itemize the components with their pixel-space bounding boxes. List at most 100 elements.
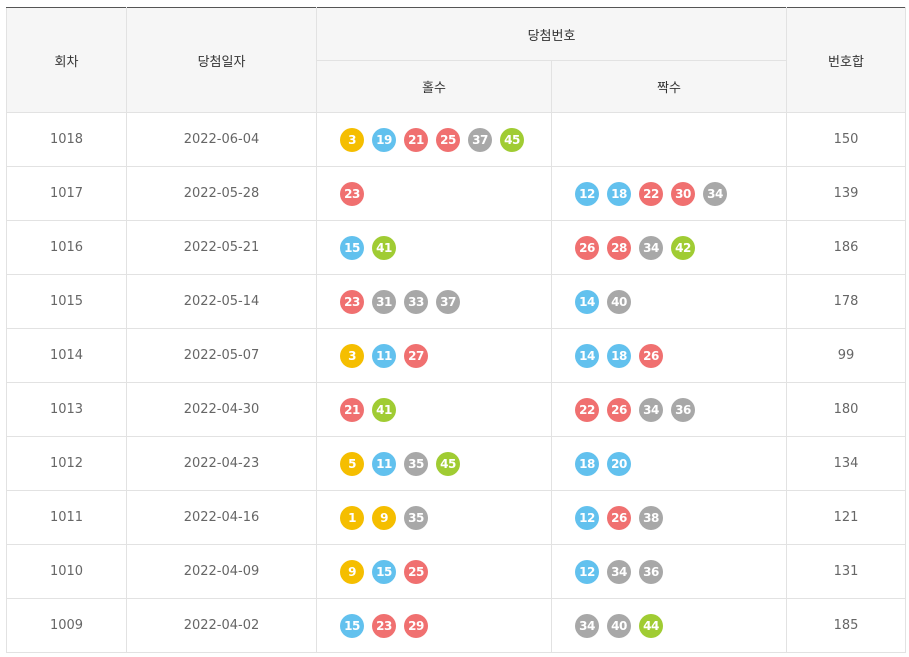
number-ball: 38 [639,505,663,530]
header-odd: 홀수 [316,60,552,113]
number-ball: 35 [404,451,428,476]
table-row: 1012 2022-04-23 5 11 35 45 18 20 134 [6,436,906,491]
number-ball: 35 [404,505,428,530]
cell-round: 1009 [6,598,127,653]
cell-odd-numbers: 3 19 21 25 37 45 [316,112,552,167]
cell-even-numbers: 12 34 36 [551,544,787,599]
number-ball: 34 [639,235,663,260]
number-ball: 44 [639,613,663,638]
cell-sum: 185 [786,598,906,653]
number-ball: 27 [404,343,428,368]
cell-even-numbers [551,112,787,167]
table-header: 회차 당첨일자 당첨번호 번호합 홀수 짝수 [6,7,906,113]
cell-even-numbers: 34 40 44 [551,598,787,653]
number-ball: 26 [607,397,631,422]
table-row: 1009 2022-04-02 15 23 29 34 40 44 185 [6,598,906,653]
number-ball: 31 [372,289,396,314]
cell-even-numbers: 26 28 34 42 [551,220,787,275]
number-ball: 21 [340,397,364,422]
number-ball: 3 [340,343,364,368]
number-ball: 14 [575,289,599,314]
cell-odd-numbers: 15 23 29 [316,598,552,653]
table-row: 1017 2022-05-28 23 12 18 22 30 34 139 [6,166,906,221]
cell-odd-numbers: 23 31 33 37 [316,274,552,329]
table-row: 1013 2022-04-30 21 41 22 26 34 36 180 [6,382,906,437]
number-ball: 18 [607,181,631,206]
number-ball: 25 [404,559,428,584]
number-ball: 26 [575,235,599,260]
cell-even-numbers: 12 18 22 30 34 [551,166,787,221]
cell-odd-numbers: 15 41 [316,220,552,275]
number-ball: 26 [607,505,631,530]
cell-even-numbers: 12 26 38 [551,490,787,545]
cell-sum: 99 [786,328,906,383]
number-ball: 36 [639,559,663,584]
cell-date: 2022-04-30 [126,382,317,437]
table-row: 1015 2022-05-14 23 31 33 37 14 40 178 [6,274,906,329]
number-ball: 45 [500,127,524,152]
number-ball: 9 [372,505,396,530]
table-row: 1014 2022-05-07 3 11 27 14 18 26 99 [6,328,906,383]
cell-sum: 180 [786,382,906,437]
number-ball: 36 [671,397,695,422]
number-ball: 40 [607,289,631,314]
cell-date: 2022-05-14 [126,274,317,329]
lotto-results-table-wrapper: 회차 당첨일자 당첨번호 번호합 홀수 짝수 1018 2022-06-04 3 19… [6,7,906,653]
cell-sum: 139 [786,166,906,221]
number-ball: 3 [340,127,364,152]
number-ball: 25 [436,127,460,152]
number-ball: 40 [607,613,631,638]
number-ball: 34 [703,181,727,206]
number-ball: 22 [639,181,663,206]
cell-even-numbers: 18 20 [551,436,787,491]
cell-odd-numbers: 3 11 27 [316,328,552,383]
cell-sum: 150 [786,112,906,167]
cell-date: 2022-04-23 [126,436,317,491]
number-ball: 1 [340,505,364,530]
number-ball: 34 [607,559,631,584]
table-row: 1011 2022-04-16 1 9 35 12 26 38 121 [6,490,906,545]
cell-round: 1014 [6,328,127,383]
cell-sum: 186 [786,220,906,275]
number-ball: 28 [607,235,631,260]
number-ball: 11 [372,343,396,368]
cell-sum: 134 [786,436,906,491]
number-ball: 37 [436,289,460,314]
table-row: 1016 2022-05-21 15 41 26 28 34 42 186 [6,220,906,275]
cell-odd-numbers: 1 9 35 [316,490,552,545]
number-ball: 22 [575,397,599,422]
number-ball: 5 [340,451,364,476]
number-ball: 15 [372,559,396,584]
number-ball: 11 [372,451,396,476]
table-row: 1010 2022-04-09 9 15 25 12 34 36 131 [6,544,906,599]
number-ball: 15 [340,235,364,260]
cell-sum: 131 [786,544,906,599]
number-ball: 37 [468,127,492,152]
cell-even-numbers: 14 40 [551,274,787,329]
table-body: 1018 2022-06-04 3 19 21 25 37 45 150 1017 2022-05-… [6,112,906,653]
number-ball: 41 [372,397,396,422]
number-ball: 33 [404,289,428,314]
cell-date: 2022-05-21 [126,220,317,275]
cell-odd-numbers: 5 11 35 45 [316,436,552,491]
number-ball: 23 [340,289,364,314]
table-row: 1018 2022-06-04 3 19 21 25 37 45 150 [6,112,906,167]
header-winning-numbers: 당첨번호 [316,7,787,61]
cell-round: 1015 [6,274,127,329]
cell-round: 1016 [6,220,127,275]
cell-date: 2022-06-04 [126,112,317,167]
header-even: 짝수 [551,60,787,113]
number-ball: 19 [372,127,396,152]
cell-date: 2022-04-09 [126,544,317,599]
number-ball: 42 [671,235,695,260]
cell-round: 1013 [6,382,127,437]
cell-date: 2022-05-07 [126,328,317,383]
header-date: 당첨일자 [126,7,317,113]
number-ball: 29 [404,613,428,638]
cell-sum: 178 [786,274,906,329]
cell-round: 1018 [6,112,127,167]
number-ball: 9 [340,559,364,584]
cell-date: 2022-04-16 [126,490,317,545]
cell-round: 1010 [6,544,127,599]
number-ball: 26 [639,343,663,368]
